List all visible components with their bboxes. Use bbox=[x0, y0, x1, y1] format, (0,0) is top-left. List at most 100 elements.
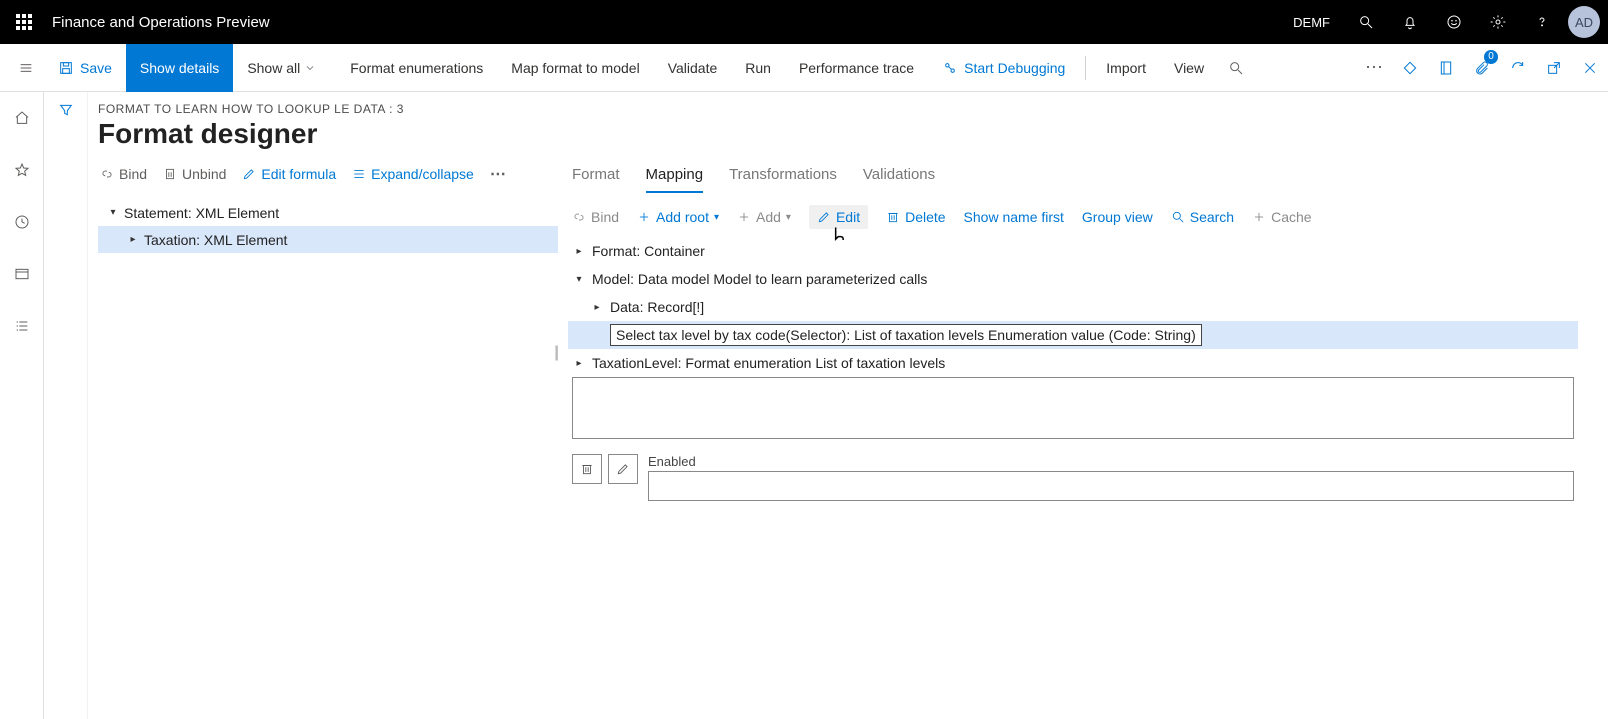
attachments-badge: 0 bbox=[1484, 50, 1498, 64]
map-format-button[interactable]: Map format to model bbox=[497, 44, 653, 92]
gear-icon[interactable] bbox=[1476, 0, 1520, 44]
cache-button[interactable]: Cache bbox=[1252, 209, 1311, 225]
mapping-bind-button[interactable]: Bind bbox=[572, 209, 619, 225]
help-icon[interactable] bbox=[1520, 0, 1564, 44]
company-indicator[interactable]: DEMF bbox=[1279, 0, 1344, 44]
validate-label: Validate bbox=[668, 60, 718, 76]
ds-node-label: Format: Container bbox=[592, 243, 705, 259]
chevron-down-icon: ▾ bbox=[714, 212, 719, 223]
edit-button[interactable]: Edit bbox=[809, 205, 868, 229]
add-root-label: Add root bbox=[656, 209, 709, 225]
star-icon[interactable] bbox=[0, 154, 44, 186]
add-label: Add bbox=[756, 209, 781, 225]
panel-edit-button[interactable] bbox=[608, 454, 638, 484]
caret-right-icon[interactable]: ▸ bbox=[572, 358, 586, 369]
view-button[interactable]: View bbox=[1160, 44, 1218, 92]
tree-node-label: Taxation: XML Element bbox=[144, 232, 287, 248]
more-icon[interactable]: ⋯ bbox=[1356, 44, 1392, 92]
bind-button[interactable]: Bind bbox=[100, 166, 147, 182]
cache-label: Cache bbox=[1271, 209, 1311, 225]
ds-node-selector[interactable]: Select tax level by tax code(Selector): … bbox=[568, 321, 1578, 349]
mapping-tabs: Format Mapping Transformations Validatio… bbox=[568, 164, 1578, 193]
group-view-label: Group view bbox=[1082, 209, 1153, 225]
expand-collapse-button[interactable]: Expand/collapse bbox=[352, 166, 474, 182]
show-all-button[interactable]: Show all bbox=[233, 44, 336, 92]
modules-icon[interactable] bbox=[0, 310, 44, 342]
waffle-icon[interactable] bbox=[0, 0, 48, 44]
bottom-panel: Enabled bbox=[568, 377, 1578, 509]
save-button[interactable]: Save bbox=[44, 44, 126, 92]
validate-button[interactable]: Validate bbox=[654, 44, 732, 92]
format-enum-label: Format enumerations bbox=[350, 60, 483, 76]
bell-icon[interactable] bbox=[1388, 0, 1432, 44]
breadcrumb: FORMAT TO LEARN HOW TO LOOKUP LE DATA : … bbox=[98, 102, 1578, 116]
show-details-label: Show details bbox=[140, 60, 219, 76]
workspace-icon[interactable] bbox=[0, 258, 44, 290]
avatar[interactable]: AD bbox=[1568, 6, 1600, 38]
caret-right-icon[interactable]: ▸ bbox=[572, 246, 586, 257]
smiley-icon[interactable] bbox=[1432, 0, 1476, 44]
tab-validations[interactable]: Validations bbox=[863, 166, 935, 193]
unbind-button[interactable]: Unbind bbox=[163, 166, 226, 182]
hamburger-icon[interactable] bbox=[8, 50, 44, 86]
tab-mapping[interactable]: Mapping bbox=[646, 166, 704, 193]
tree-node-statement[interactable]: ▾ Statement: XML Element bbox=[98, 199, 558, 226]
format-tree: ▾ Statement: XML Element ▸ Taxation: XML… bbox=[98, 199, 558, 253]
caret-down-icon[interactable]: ▾ bbox=[106, 207, 120, 218]
attachments-icon[interactable]: 0 bbox=[1464, 44, 1500, 92]
delete-button[interactable]: Delete bbox=[886, 209, 945, 225]
filter-column bbox=[44, 92, 88, 719]
top-bar: Finance and Operations Preview DEMF AD bbox=[0, 0, 1608, 44]
add-button[interactable]: Add ▾ bbox=[737, 209, 791, 225]
perf-trace-label: Performance trace bbox=[799, 60, 914, 76]
ds-node-data[interactable]: ▸ Data: Record[!] bbox=[568, 293, 1578, 321]
run-button[interactable]: Run bbox=[731, 44, 785, 92]
clock-icon[interactable] bbox=[0, 206, 44, 238]
quick-search-icon[interactable] bbox=[1218, 44, 1254, 92]
group-view-button[interactable]: Group view bbox=[1082, 209, 1153, 225]
refresh-icon[interactable] bbox=[1500, 44, 1536, 92]
mapping-pane: || Format Mapping Transformations Valida… bbox=[568, 164, 1578, 509]
enabled-label: Enabled bbox=[648, 454, 1574, 469]
split-handle-icon[interactable]: || bbox=[554, 344, 556, 362]
edit-label: Edit bbox=[836, 209, 860, 225]
ds-node-taxationlevel[interactable]: ▸ TaxationLevel: Format enumeration List… bbox=[568, 349, 1578, 377]
unbind-label: Unbind bbox=[182, 166, 226, 182]
datasource-tree: ▸ Format: Container ▾ Model: Data model … bbox=[568, 237, 1578, 377]
format-enumerations-button[interactable]: Format enumerations bbox=[336, 44, 497, 92]
search-icon[interactable] bbox=[1344, 0, 1388, 44]
search-button[interactable]: Search bbox=[1171, 209, 1234, 225]
import-button[interactable]: Import bbox=[1092, 44, 1160, 92]
more-icon[interactable]: ⋯ bbox=[490, 164, 507, 184]
main-content: FORMAT TO LEARN HOW TO LOOKUP LE DATA : … bbox=[88, 92, 1608, 719]
edit-formula-button[interactable]: Edit formula bbox=[242, 166, 336, 182]
ds-node-model[interactable]: ▾ Model: Data model Model to learn param… bbox=[568, 265, 1578, 293]
show-name-first-button[interactable]: Show name first bbox=[964, 209, 1064, 225]
enabled-input[interactable] bbox=[648, 471, 1574, 501]
ds-node-format[interactable]: ▸ Format: Container bbox=[568, 237, 1578, 265]
tab-format[interactable]: Format bbox=[572, 166, 620, 193]
tab-transformations[interactable]: Transformations bbox=[729, 166, 837, 193]
left-rail bbox=[0, 92, 44, 719]
office-book-icon[interactable] bbox=[1428, 44, 1464, 92]
start-debug-label: Start Debugging bbox=[964, 60, 1065, 76]
tree-node-taxation[interactable]: ▸ Taxation: XML Element bbox=[98, 226, 558, 253]
diamond-icon[interactable] bbox=[1392, 44, 1428, 92]
caret-right-icon[interactable]: ▸ bbox=[590, 302, 604, 313]
panel-delete-button[interactable] bbox=[572, 454, 602, 484]
start-debugging-button[interactable]: Start Debugging bbox=[928, 44, 1079, 92]
close-icon[interactable] bbox=[1572, 44, 1608, 92]
delete-label: Delete bbox=[905, 209, 945, 225]
show-details-button[interactable]: Show details bbox=[126, 44, 233, 92]
run-label: Run bbox=[745, 60, 771, 76]
popout-icon[interactable] bbox=[1536, 44, 1572, 92]
perf-trace-button[interactable]: Performance trace bbox=[785, 44, 928, 92]
add-root-button[interactable]: Add root ▾ bbox=[637, 209, 719, 225]
filter-icon[interactable] bbox=[58, 102, 74, 719]
home-icon[interactable] bbox=[0, 102, 44, 134]
format-tree-pane: Bind Unbind Edit formula Expand/collapse bbox=[98, 164, 558, 509]
show-name-first-label: Show name first bbox=[964, 209, 1064, 225]
caret-right-icon[interactable]: ▸ bbox=[126, 234, 140, 245]
formula-textarea[interactable] bbox=[572, 377, 1574, 439]
caret-down-icon[interactable]: ▾ bbox=[572, 274, 586, 285]
